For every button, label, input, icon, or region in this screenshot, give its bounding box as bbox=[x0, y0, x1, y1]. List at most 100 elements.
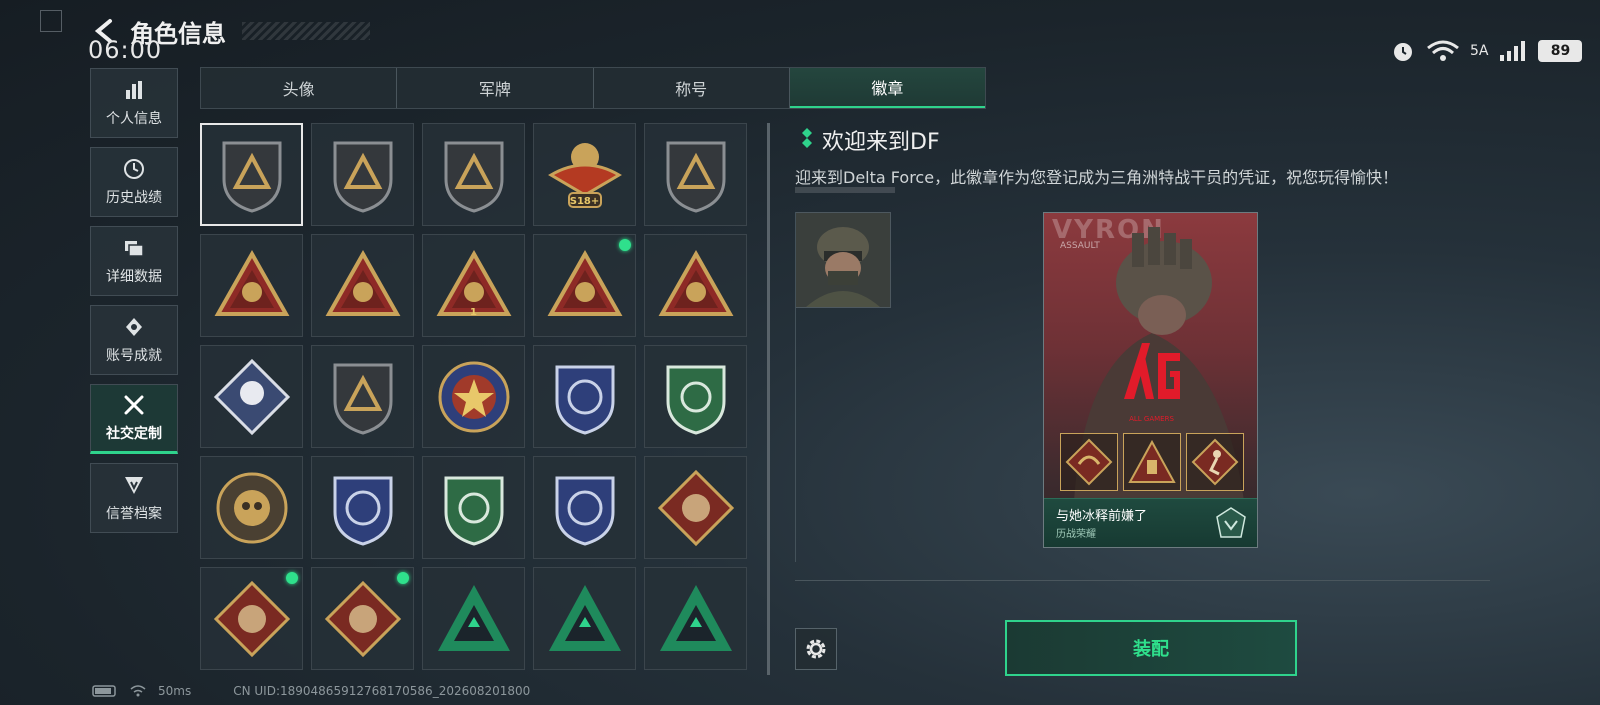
badge-label: 1 bbox=[470, 307, 477, 318]
tab-title[interactable]: 称号 bbox=[594, 68, 790, 108]
sidebar-item-label: 个人信息 bbox=[106, 111, 162, 127]
status-footer: 50ms CN UID:18904865912768170586_2026082… bbox=[92, 684, 530, 698]
badge-description: 迎来到Delta Force，此徽章作为您登记成为三角洲特战干员的凭证，祝您玩得… bbox=[795, 168, 1399, 187]
sidebar-item-label: 社交定制 bbox=[106, 426, 162, 442]
dagger-shield-badge-icon bbox=[444, 141, 503, 213]
badge-cell[interactable] bbox=[200, 456, 303, 559]
sidebar-item-profile[interactable]: 个人信息 bbox=[90, 68, 178, 138]
blue-knife-badge-icon bbox=[555, 476, 614, 546]
sidebar-item-achievements[interactable]: 账号成就 bbox=[90, 305, 178, 375]
badge-cell[interactable] bbox=[311, 123, 414, 226]
signal-icon bbox=[1500, 41, 1526, 61]
usb-triangle-badge-icon bbox=[547, 249, 622, 316]
card-footer-title: 与她冰释前嫌了 bbox=[1056, 509, 1148, 524]
green-delta-badge-icon bbox=[548, 584, 621, 651]
star-ring-badge-icon bbox=[438, 361, 509, 432]
card-badge-slot-3[interactable] bbox=[1186, 433, 1244, 491]
settings-button[interactable] bbox=[795, 628, 837, 670]
card-badge-slot-2[interactable] bbox=[1123, 433, 1181, 491]
tab-avatar[interactable]: 头像 bbox=[201, 68, 398, 108]
system-status: 5A 89 bbox=[1390, 38, 1583, 64]
skull-medal-badge-icon bbox=[216, 472, 287, 543]
gear-icon bbox=[806, 639, 826, 659]
card-footer-subtitle: 历战荣耀 bbox=[1056, 529, 1096, 540]
badge-cell[interactable] bbox=[200, 234, 303, 337]
sidebar-item-history[interactable]: 历史战绩 bbox=[90, 147, 178, 217]
operator-card: VYRON ASSAULT ALL GAMERS 与她冰释前嫌了 历战荣耀 bbox=[1043, 212, 1258, 548]
team-sub-label: ALL GAMERS bbox=[1129, 415, 1174, 423]
badge-cell[interactable] bbox=[311, 456, 414, 559]
folder-icon bbox=[125, 241, 144, 257]
runner-slot-icon bbox=[1191, 438, 1239, 486]
badge-cell[interactable] bbox=[644, 123, 747, 226]
history-icon bbox=[124, 159, 144, 179]
tools-icon bbox=[124, 395, 144, 415]
equip-button[interactable]: 装配 bbox=[1005, 620, 1297, 676]
green-delta-badge-icon bbox=[437, 584, 510, 651]
achievement-icon bbox=[126, 318, 142, 336]
ping-label: 50ms bbox=[158, 684, 192, 698]
badge-cell[interactable] bbox=[644, 567, 747, 670]
ping-wifi-icon bbox=[130, 685, 146, 697]
blue-crosshair-badge-icon bbox=[333, 476, 392, 546]
delta-shield-badge-icon bbox=[222, 141, 281, 213]
dragon-diamond-badge-icon bbox=[213, 580, 290, 657]
card-badge-slot-1[interactable] bbox=[1060, 433, 1118, 491]
new-indicator-dot bbox=[286, 572, 298, 584]
device-battery-icon bbox=[92, 685, 116, 697]
alarm-icon bbox=[1394, 43, 1412, 61]
status-time: 06:00 bbox=[88, 36, 163, 64]
badge-title: 欢迎来到DF bbox=[822, 130, 940, 155]
sidebar-item-label: 历史战绩 bbox=[106, 190, 162, 206]
dragon-slot-icon bbox=[1065, 438, 1113, 486]
description-scroll-bar bbox=[795, 187, 895, 193]
badge-cell[interactable] bbox=[533, 345, 636, 448]
badge-cell[interactable] bbox=[200, 123, 303, 226]
badge-cell[interactable] bbox=[200, 567, 303, 670]
badge-cell[interactable] bbox=[422, 345, 525, 448]
triangle-slot-icon bbox=[1128, 439, 1176, 483]
tab-dogtag[interactable]: 军牌 bbox=[397, 68, 594, 108]
badge-label: S18+ bbox=[569, 196, 600, 207]
badge-cell[interactable]: 1 bbox=[422, 234, 525, 337]
badge-cell[interactable] bbox=[533, 456, 636, 559]
badge-cell[interactable] bbox=[311, 345, 414, 448]
uid-label: CN UID:18904865912768170586_202608201800 bbox=[233, 684, 531, 698]
detail-separator bbox=[795, 580, 1490, 581]
network-label: 5A bbox=[1470, 43, 1489, 59]
wifi-icon bbox=[1427, 40, 1459, 61]
sidebar-item-credit[interactable]: 信誉档案 bbox=[90, 463, 178, 533]
badge-cell[interactable] bbox=[311, 234, 414, 337]
sidebar-item-label: 账号成就 bbox=[106, 348, 162, 364]
sidebar-item-label: 详细数据 bbox=[106, 269, 162, 285]
badge-cell[interactable] bbox=[533, 234, 636, 337]
badge-cell[interactable] bbox=[311, 567, 414, 670]
credit-icon bbox=[125, 477, 143, 494]
battery-indicator: 89 bbox=[1538, 40, 1583, 62]
sidebar-item-details[interactable]: 详细数据 bbox=[90, 226, 178, 296]
wolf-diamond-badge-icon bbox=[657, 469, 734, 546]
badge-cell[interactable] bbox=[644, 234, 747, 337]
sidebar-item-social[interactable]: 社交定制 bbox=[90, 384, 178, 454]
corner-square bbox=[40, 10, 62, 32]
rose-diamond-badge-icon bbox=[213, 358, 290, 435]
badge-cell[interactable] bbox=[422, 456, 525, 559]
blue-shield-badge-icon bbox=[555, 365, 614, 435]
rock-hand-badge-icon bbox=[666, 141, 725, 213]
sidebar-item-label: 信誉档案 bbox=[106, 506, 162, 522]
badge-cell[interactable] bbox=[533, 567, 636, 670]
diamond-marker-icon bbox=[802, 128, 812, 148]
badge-cell[interactable] bbox=[644, 456, 747, 559]
scrollbar[interactable] bbox=[767, 123, 770, 675]
badge-cell[interactable] bbox=[422, 123, 525, 226]
tab-badge[interactable]: 徽章 bbox=[789, 68, 985, 108]
badge-cell[interactable]: S18+ bbox=[533, 123, 636, 226]
tab-bar: 头像 军牌 称号 徽章 bbox=[200, 67, 986, 109]
badge-cell[interactable] bbox=[422, 567, 525, 670]
helicopter-badge-icon bbox=[333, 141, 392, 213]
title-stripes bbox=[242, 22, 370, 40]
trophy-triangle-badge-icon bbox=[325, 249, 400, 316]
badge-cell[interactable] bbox=[644, 345, 747, 448]
badge-cell[interactable] bbox=[200, 345, 303, 448]
card-footer: 与她冰释前嫌了 历战荣耀 bbox=[1044, 498, 1257, 547]
